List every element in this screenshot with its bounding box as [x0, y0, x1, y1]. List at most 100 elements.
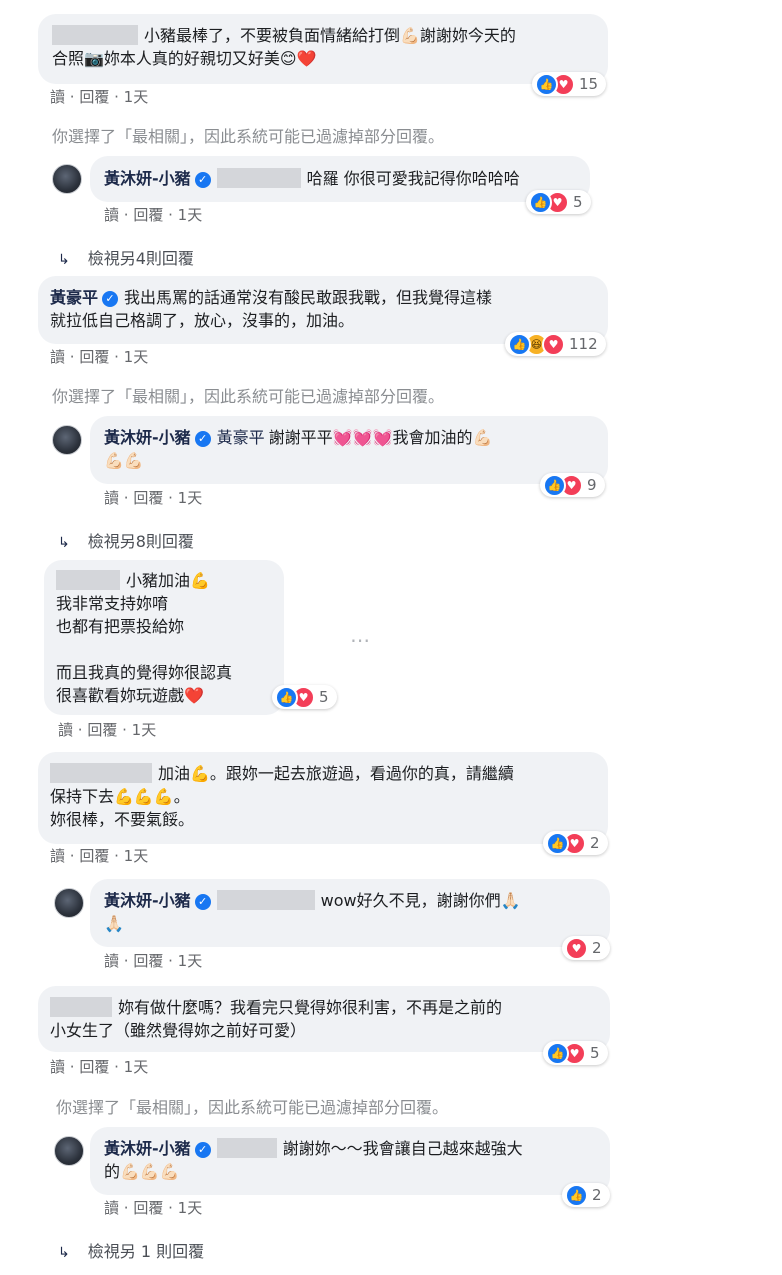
reaction-count: 112 [569, 335, 598, 353]
reply-text: 哈羅 你很可愛我記得你哈哈哈 [306, 169, 520, 188]
reply-link[interactable]: 回覆 [133, 489, 163, 507]
reaction-summary[interactable]: 👍 ♥ 15 [532, 72, 607, 96]
like-icon: 👍 [546, 1041, 569, 1065]
comment-text: 小豬加油💪 我非常支持妳唷 也都有把票投給妳 而且我真的覺得妳很認真 很喜歡看妳… [56, 571, 233, 705]
read-link[interactable]: 讀 [50, 1058, 65, 1076]
love-icon: ♥ [542, 332, 565, 356]
like-icon: 👍 [546, 831, 569, 855]
read-link[interactable]: 讀 [104, 206, 119, 224]
comment-time[interactable]: 1天 [124, 88, 149, 106]
read-link[interactable]: 讀 [58, 721, 73, 739]
comment-actions: 讀 · 回覆 · 1天 [50, 847, 149, 865]
comment-time[interactable]: 1天 [124, 348, 149, 366]
verified-badge-icon: ✓ [194, 431, 211, 447]
reaction-summary[interactable]: 👍 😆 ♥ 112 [505, 332, 606, 356]
reply-time[interactable]: 1天 [178, 952, 203, 970]
author-name[interactable]: 黃沐妍-小豬 [104, 169, 191, 188]
reply-arrow-icon: ↳ [58, 1245, 70, 1261]
like-icon: 👍 [275, 685, 298, 709]
more-options-icon[interactable]: ⋯ [350, 628, 371, 652]
like-icon: 👍 [508, 332, 531, 356]
reaction-summary[interactable]: 👍 2 [562, 1183, 610, 1207]
redacted-name [56, 570, 120, 590]
reply-bubble: 黃沐妍-小豬 ✓ 謝謝妳～～我會讓自己越來越強大 的💪🏻💪🏻💪🏻 [90, 1127, 610, 1195]
read-link[interactable]: 讀 [104, 489, 119, 507]
reply-link[interactable]: 回覆 [133, 206, 163, 224]
read-link[interactable]: 讀 [50, 88, 65, 106]
like-icon: 👍 [535, 72, 558, 96]
comment-bubble: 妳有做什麼嗎？我看完只覺得妳很利害，不再是之前的 小女生了（雖然覺得妳之前好可愛… [38, 986, 610, 1052]
reply-link[interactable]: 回覆 [79, 847, 109, 865]
comment-text: 妳有做什麼嗎？我看完只覺得妳很利害，不再是之前的 小女生了（雖然覺得妳之前好可愛… [50, 998, 503, 1040]
redacted-name [50, 997, 112, 1017]
reply-arrow-icon: ↳ [58, 535, 70, 551]
reaction-summary[interactable]: 👍 ♥ 5 [543, 1041, 608, 1065]
reply-actions: 讀 · 回覆 · 1天 [104, 1199, 203, 1217]
avatar[interactable] [54, 1136, 84, 1166]
view-more-label: 檢視另 1 則回覆 [87, 1242, 205, 1261]
comment-bubble: 小豬加油💪 我非常支持妳唷 也都有把票投給妳 而且我真的覺得妳很認真 很喜歡看妳… [44, 560, 284, 715]
like-icon: 👍 [543, 473, 566, 497]
comment-time[interactable]: 1天 [132, 721, 157, 739]
reply-link[interactable]: 回覆 [79, 348, 109, 366]
reply-link[interactable]: 回覆 [79, 88, 109, 106]
filter-notice: 你選擇了「最相關」，因此系統可能已過濾掉部分回覆。 [52, 127, 445, 146]
reaction-count: 2 [592, 939, 602, 957]
comment-bubble: 小豬最棒了，不要被負面情緒給打倒💪🏻謝謝妳今天的 合照📷妳本人真的好親切又好美😊… [38, 14, 608, 84]
tagged-user[interactable]: 黃豪平 [217, 428, 265, 447]
like-icon: 👍 [529, 190, 552, 214]
author-name[interactable]: 黃沐妍-小豬 [104, 1139, 191, 1158]
like-icon: 👍 [565, 1183, 588, 1207]
comment-actions: 讀 · 回覆 · 1天 [50, 88, 149, 106]
avatar[interactable] [52, 425, 82, 455]
reaction-summary[interactable]: 👍 ♥ 5 [272, 685, 337, 709]
read-link[interactable]: 讀 [104, 952, 119, 970]
reply-bubble: 黃沐妍-小豬 ✓ wow好久不見，謝謝你們🙏🏻 🙏🏻 [90, 879, 610, 947]
reaction-summary[interactable]: 👍 ♥ 9 [540, 473, 605, 497]
author-name[interactable]: 黃沐妍-小豬 [104, 428, 191, 447]
read-link[interactable]: 讀 [50, 847, 65, 865]
avatar[interactable] [54, 888, 84, 918]
reply-link[interactable]: 回覆 [87, 721, 117, 739]
view-more-label: 檢視另4則回覆 [87, 249, 194, 268]
reaction-count: 15 [579, 75, 599, 93]
reply-time[interactable]: 1天 [178, 489, 203, 507]
reply-actions: 讀 · 回覆 · 1天 [104, 952, 203, 970]
reply-link[interactable]: 回覆 [133, 952, 163, 970]
verified-badge-icon: ✓ [194, 1142, 211, 1158]
view-more-replies[interactable]: ↳ 檢視另4則回覆 [58, 245, 194, 269]
reply-link[interactable]: 回覆 [133, 1199, 163, 1217]
reply-time[interactable]: 1天 [178, 206, 203, 224]
view-more-replies[interactable]: ↳ 檢視另 1 則回覆 [58, 1238, 204, 1262]
author-name[interactable]: 黃豪平 [50, 288, 98, 307]
filter-notice: 你選擇了「最相關」，因此系統可能已過濾掉部分回覆。 [56, 1098, 449, 1117]
reply-link[interactable]: 回覆 [79, 1058, 109, 1076]
reaction-count: 5 [573, 193, 583, 211]
reply-actions: 讀 · 回覆 · 1天 [104, 489, 203, 507]
reaction-count: 2 [592, 1186, 602, 1204]
comment-actions: 讀 · 回覆 · 1天 [50, 1058, 149, 1076]
comment-actions: 讀 · 回覆 · 1天 [50, 348, 149, 366]
filter-notice: 你選擇了「最相關」，因此系統可能已過濾掉部分回覆。 [52, 387, 445, 406]
reaction-summary[interactable]: ♥ 2 [562, 936, 610, 960]
reply-time[interactable]: 1天 [178, 1199, 203, 1217]
reaction-summary[interactable]: 👍 ♥ 2 [543, 831, 608, 855]
comment-time[interactable]: 1天 [124, 847, 149, 865]
reaction-count: 9 [587, 476, 597, 494]
reply-actions: 讀 · 回覆 · 1天 [104, 206, 203, 224]
author-name[interactable]: 黃沐妍-小豬 [104, 891, 191, 910]
reaction-summary[interactable]: 👍 ♥ 5 [526, 190, 591, 214]
read-link[interactable]: 讀 [104, 1199, 119, 1217]
view-more-replies[interactable]: ↳ 檢視另8則回覆 [58, 528, 194, 552]
read-link[interactable]: 讀 [50, 348, 65, 366]
redacted-name [216, 890, 315, 910]
redacted-name [216, 1138, 277, 1158]
comment-time[interactable]: 1天 [124, 1058, 149, 1076]
reply-bubble: 黃沐妍-小豬 ✓ 黃豪平 謝謝平平💓💓💓我會加油的💪🏻 💪🏻💪🏻 [90, 416, 608, 484]
avatar[interactable] [52, 164, 82, 194]
redacted-name [50, 763, 152, 783]
reply-arrow-icon: ↳ [58, 252, 70, 268]
comment-actions: 讀 · 回覆 · 1天 [58, 721, 157, 739]
verified-badge-icon: ✓ [102, 291, 119, 307]
verified-badge-icon: ✓ [194, 172, 211, 188]
